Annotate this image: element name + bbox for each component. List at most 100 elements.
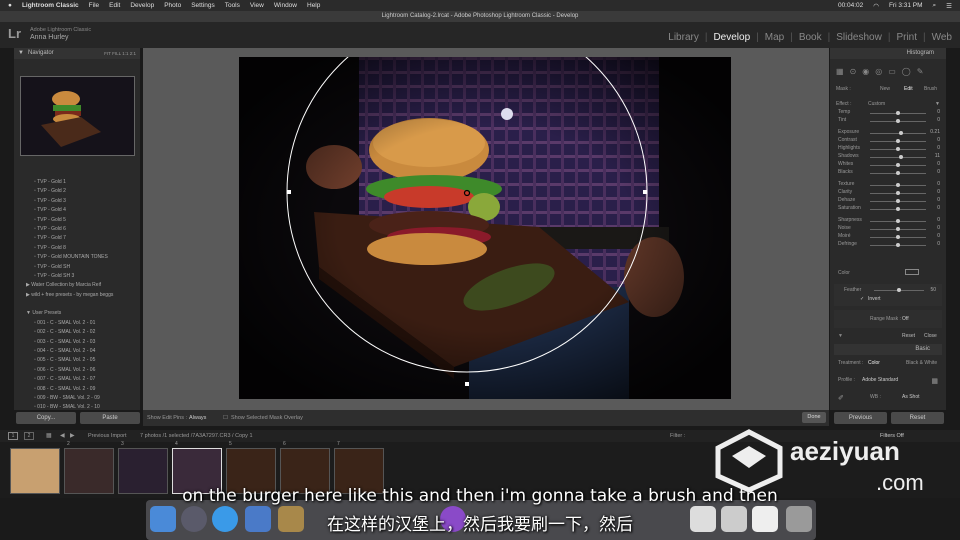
slider-noise[interactable]: Noise 0 <box>838 225 940 233</box>
mask-new[interactable]: New <box>880 86 890 92</box>
profile-browser-icon[interactable]: ▦ <box>931 377 938 385</box>
slider-dehaze[interactable]: Dehaze 0 <box>838 197 940 205</box>
preset-item[interactable]: ▫ 007 - C - SMAL Vol. 2 - 07 <box>16 375 138 384</box>
preset-item[interactable]: ▫ TVP - Gold 4 <box>16 206 138 215</box>
panel-toggle-icon[interactable]: ▼ <box>838 333 843 339</box>
zoom-fit[interactable]: FIT <box>104 51 111 56</box>
slider-knob[interactable] <box>896 242 900 247</box>
filmstrip-source[interactable]: Previous Import <box>88 433 127 439</box>
menu-edit[interactable]: Edit <box>109 2 120 9</box>
module-develop[interactable]: Develop <box>711 32 752 43</box>
slider-sharpness[interactable]: Sharpness 0 <box>838 217 940 225</box>
slider-knob[interactable] <box>898 130 903 135</box>
preset-item[interactable]: ▫ TVP - Gold MOUNTAIN TONES <box>16 253 138 262</box>
back-arrow-icon[interactable]: ◀ <box>60 432 65 439</box>
slider-defringe[interactable]: Defringe 0 <box>838 241 940 249</box>
zoom-1-1[interactable]: 1:1 <box>122 51 128 56</box>
invert-checkbox[interactable]: ✓ <box>860 296 864 302</box>
clock[interactable]: Fri 3:31 PM <box>889 2 923 9</box>
display-2-button[interactable]: 2 <box>24 432 34 440</box>
reset-button[interactable]: Reset <box>891 412 944 424</box>
preset-item[interactable]: ▫ TVP - Gold 3 <box>16 197 138 206</box>
preset-item[interactable]: ▼ User Presets <box>16 309 138 318</box>
apple-icon[interactable]: ● <box>8 2 12 9</box>
menu-develop[interactable]: Develop <box>130 2 154 9</box>
preset-item[interactable]: ▫ TVP - Gold 1 <box>16 178 138 187</box>
red-eye-icon[interactable]: ◎ <box>875 67 882 76</box>
slider-knob[interactable] <box>896 190 900 195</box>
slider-knob[interactable] <box>896 206 900 211</box>
copy-button[interactable]: Copy... <box>16 412 76 424</box>
slider-knob[interactable] <box>896 170 900 175</box>
slider-knob[interactable] <box>896 138 900 143</box>
module-slideshow[interactable]: Slideshow <box>834 32 884 43</box>
eyedropper-icon[interactable]: ✐ <box>838 395 844 402</box>
module-map[interactable]: Map <box>763 32 786 43</box>
slider-knob[interactable] <box>896 182 900 187</box>
mask-edit[interactable]: Edit <box>904 86 913 92</box>
radial-filter-icon[interactable]: ◯ <box>902 67 911 76</box>
paste-button[interactable]: Paste <box>80 412 140 424</box>
crop-tool-icon[interactable]: ⊙ <box>850 67 857 76</box>
mask-brush[interactable]: Brush <box>924 86 937 92</box>
preset-item[interactable]: ▫ 003 - C - SMAL Vol. 2 - 03 <box>16 338 138 347</box>
preset-item[interactable]: ▫ TVP - Gold SH 3 <box>16 272 138 281</box>
menu-tools[interactable]: Tools <box>225 2 240 9</box>
treatment-bw[interactable]: Black & White <box>906 360 937 366</box>
slider-texture[interactable]: Texture 0 <box>838 181 940 189</box>
slider-blacks[interactable]: Blacks 0 <box>838 169 940 177</box>
wb-select[interactable]: As Shot <box>902 394 920 400</box>
preset-item[interactable]: ▶ Water Collection by Marcia Reif <box>16 281 138 290</box>
feather-knob[interactable] <box>897 288 901 292</box>
search-icon[interactable]: ⌕ <box>933 2 937 10</box>
preset-item[interactable]: ▫ 002 - C - SMAL Vol. 2 - 02 <box>16 328 138 337</box>
slider-knob[interactable] <box>896 110 900 115</box>
spot-removal-icon[interactable]: ◉ <box>862 67 869 76</box>
display-1-button[interactable]: 1 <box>8 432 18 440</box>
mask-reset-button[interactable]: Reset <box>902 333 915 339</box>
mask-close-button[interactable]: Close <box>924 333 937 339</box>
graduated-filter-icon[interactable]: ▭ <box>888 67 896 76</box>
menu-file[interactable]: File <box>89 2 99 9</box>
menu-list-icon[interactable]: ☰ <box>946 2 952 10</box>
edit-pins-select[interactable]: Always <box>189 415 206 421</box>
histogram-header[interactable]: Histogram <box>830 48 946 59</box>
grid-view-icon[interactable]: ▦ <box>46 432 52 439</box>
photo-preview[interactable] <box>239 57 731 399</box>
zoom-2-1[interactable]: 2:1 <box>130 51 136 56</box>
slider-knob[interactable] <box>899 154 904 159</box>
forward-arrow-icon[interactable]: ▶ <box>70 432 75 439</box>
menu-photo[interactable]: Photo <box>164 2 181 9</box>
menu-view[interactable]: View <box>250 2 264 9</box>
mask-overlay-checkbox[interactable]: ☐ <box>223 415 228 421</box>
slider-clarity[interactable]: Clarity 0 <box>838 189 940 197</box>
slider-shadows[interactable]: Shadows 11 <box>838 153 940 161</box>
slider-highlights[interactable]: Highlights 0 <box>838 145 940 153</box>
preset-item[interactable]: ▫ TVP - Gold 8 <box>16 244 138 253</box>
preset-item[interactable]: ▫ 006 - C - SMAL Vol. 2 - 06 <box>16 366 138 375</box>
range-mask-select[interactable]: Off <box>902 316 909 322</box>
slider-track[interactable] <box>870 156 926 158</box>
slider-exposure[interactable]: Exposure 0.21 <box>838 129 940 137</box>
done-button[interactable]: Done <box>802 412 826 423</box>
zoom-fill[interactable]: FILL <box>112 51 121 56</box>
slider-temp[interactable]: Temp 0 <box>838 109 940 117</box>
preset-item[interactable]: ▫ TVP - Gold 6 <box>16 225 138 234</box>
preset-item[interactable]: ▫ 004 - C - SMAL Vol. 2 - 04 <box>16 347 138 356</box>
module-book[interactable]: Book <box>797 32 824 43</box>
slider-knob[interactable] <box>896 198 900 203</box>
wifi-icon[interactable]: ◠ <box>873 2 879 10</box>
preset-item[interactable]: ▫ 001 - C - SMAL Vol. 2 - 01 <box>16 319 138 328</box>
slider-knob[interactable] <box>896 162 900 167</box>
navigator-preview[interactable] <box>20 76 135 156</box>
navigator-header[interactable]: ▼ Navigator FIT FILL 1:1 2:1 <box>14 48 140 59</box>
preset-item[interactable]: ▫ 010 - BW - SMAL Vol. 2 - 10 <box>16 403 138 410</box>
effect-dropdown-icon[interactable]: ▼ <box>935 101 940 107</box>
menu-window[interactable]: Window <box>274 2 297 9</box>
module-library[interactable]: Library <box>666 32 701 43</box>
preset-item[interactable]: ▫ 005 - C - SMAL Vol. 2 - 05 <box>16 356 138 365</box>
preset-item[interactable]: ▫ TVP - Gold 7 <box>16 234 138 243</box>
profile-select[interactable]: Adobe Standard <box>862 377 898 383</box>
slider-knob[interactable] <box>896 118 900 123</box>
slider-whites[interactable]: Whites 0 <box>838 161 940 169</box>
